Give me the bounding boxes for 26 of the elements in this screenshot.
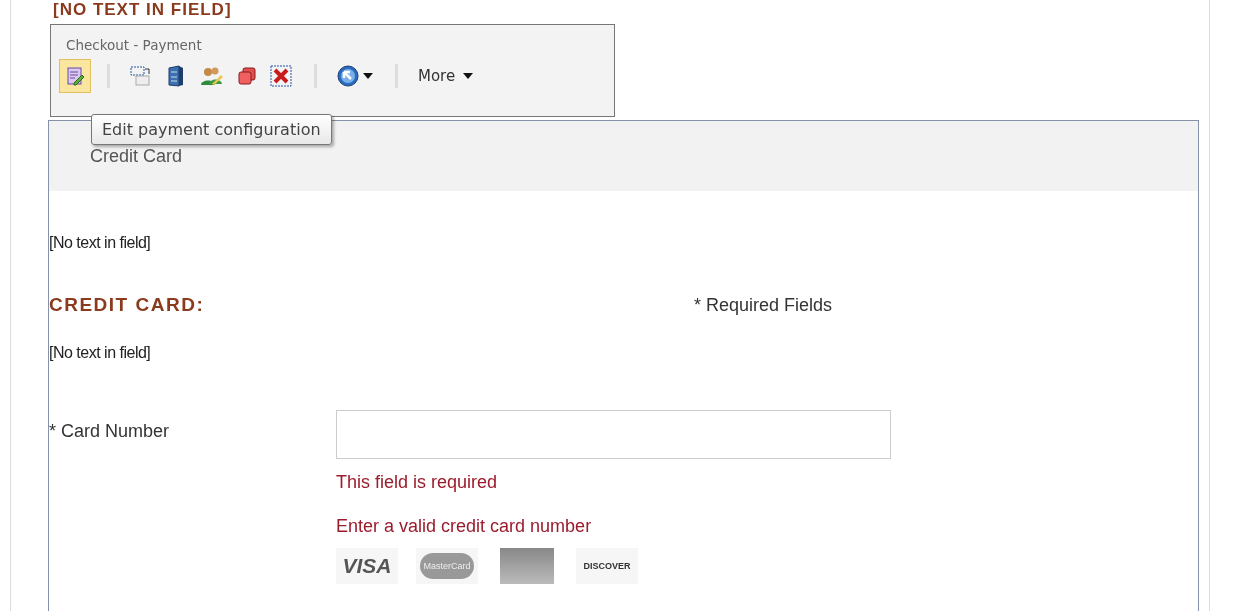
people-icon	[200, 66, 224, 86]
field-label: * Card Number	[49, 420, 171, 443]
card-number-field[interactable]	[336, 410, 891, 459]
file-cabinet-icon	[166, 65, 186, 87]
empty-field-notice: [No text in field]	[49, 234, 152, 252]
required-note: * Required Fields	[694, 295, 833, 316]
empty-field-notice: [No text in field]	[49, 344, 152, 362]
error-message: This field is required	[336, 472, 499, 494]
page-heading: [NO TEXT IN FIELD]	[52, 0, 233, 21]
toolbar-title: Checkout - Payment	[65, 36, 203, 53]
card-logo: DISCOVER	[576, 548, 638, 584]
more-button[interactable]: More	[412, 66, 480, 86]
card-logo	[500, 548, 554, 584]
tooltip: Edit payment configuration	[91, 114, 332, 145]
section-heading: CREDIT CARD:	[49, 294, 206, 316]
stacked-squares-icon	[238, 67, 256, 85]
delete-icon	[270, 65, 292, 87]
caret-icon	[463, 73, 474, 79]
card-logo: VISA	[336, 548, 398, 584]
card-logo: MasterCard	[416, 548, 478, 584]
caret-icon	[363, 73, 373, 79]
edit-icon	[65, 66, 85, 86]
dotted-box-icon	[130, 66, 152, 86]
arrow-circle-icon	[337, 65, 359, 87]
panel-title: Credit Card	[90, 146, 183, 166]
error-message: Enter a valid credit card number	[336, 516, 593, 538]
